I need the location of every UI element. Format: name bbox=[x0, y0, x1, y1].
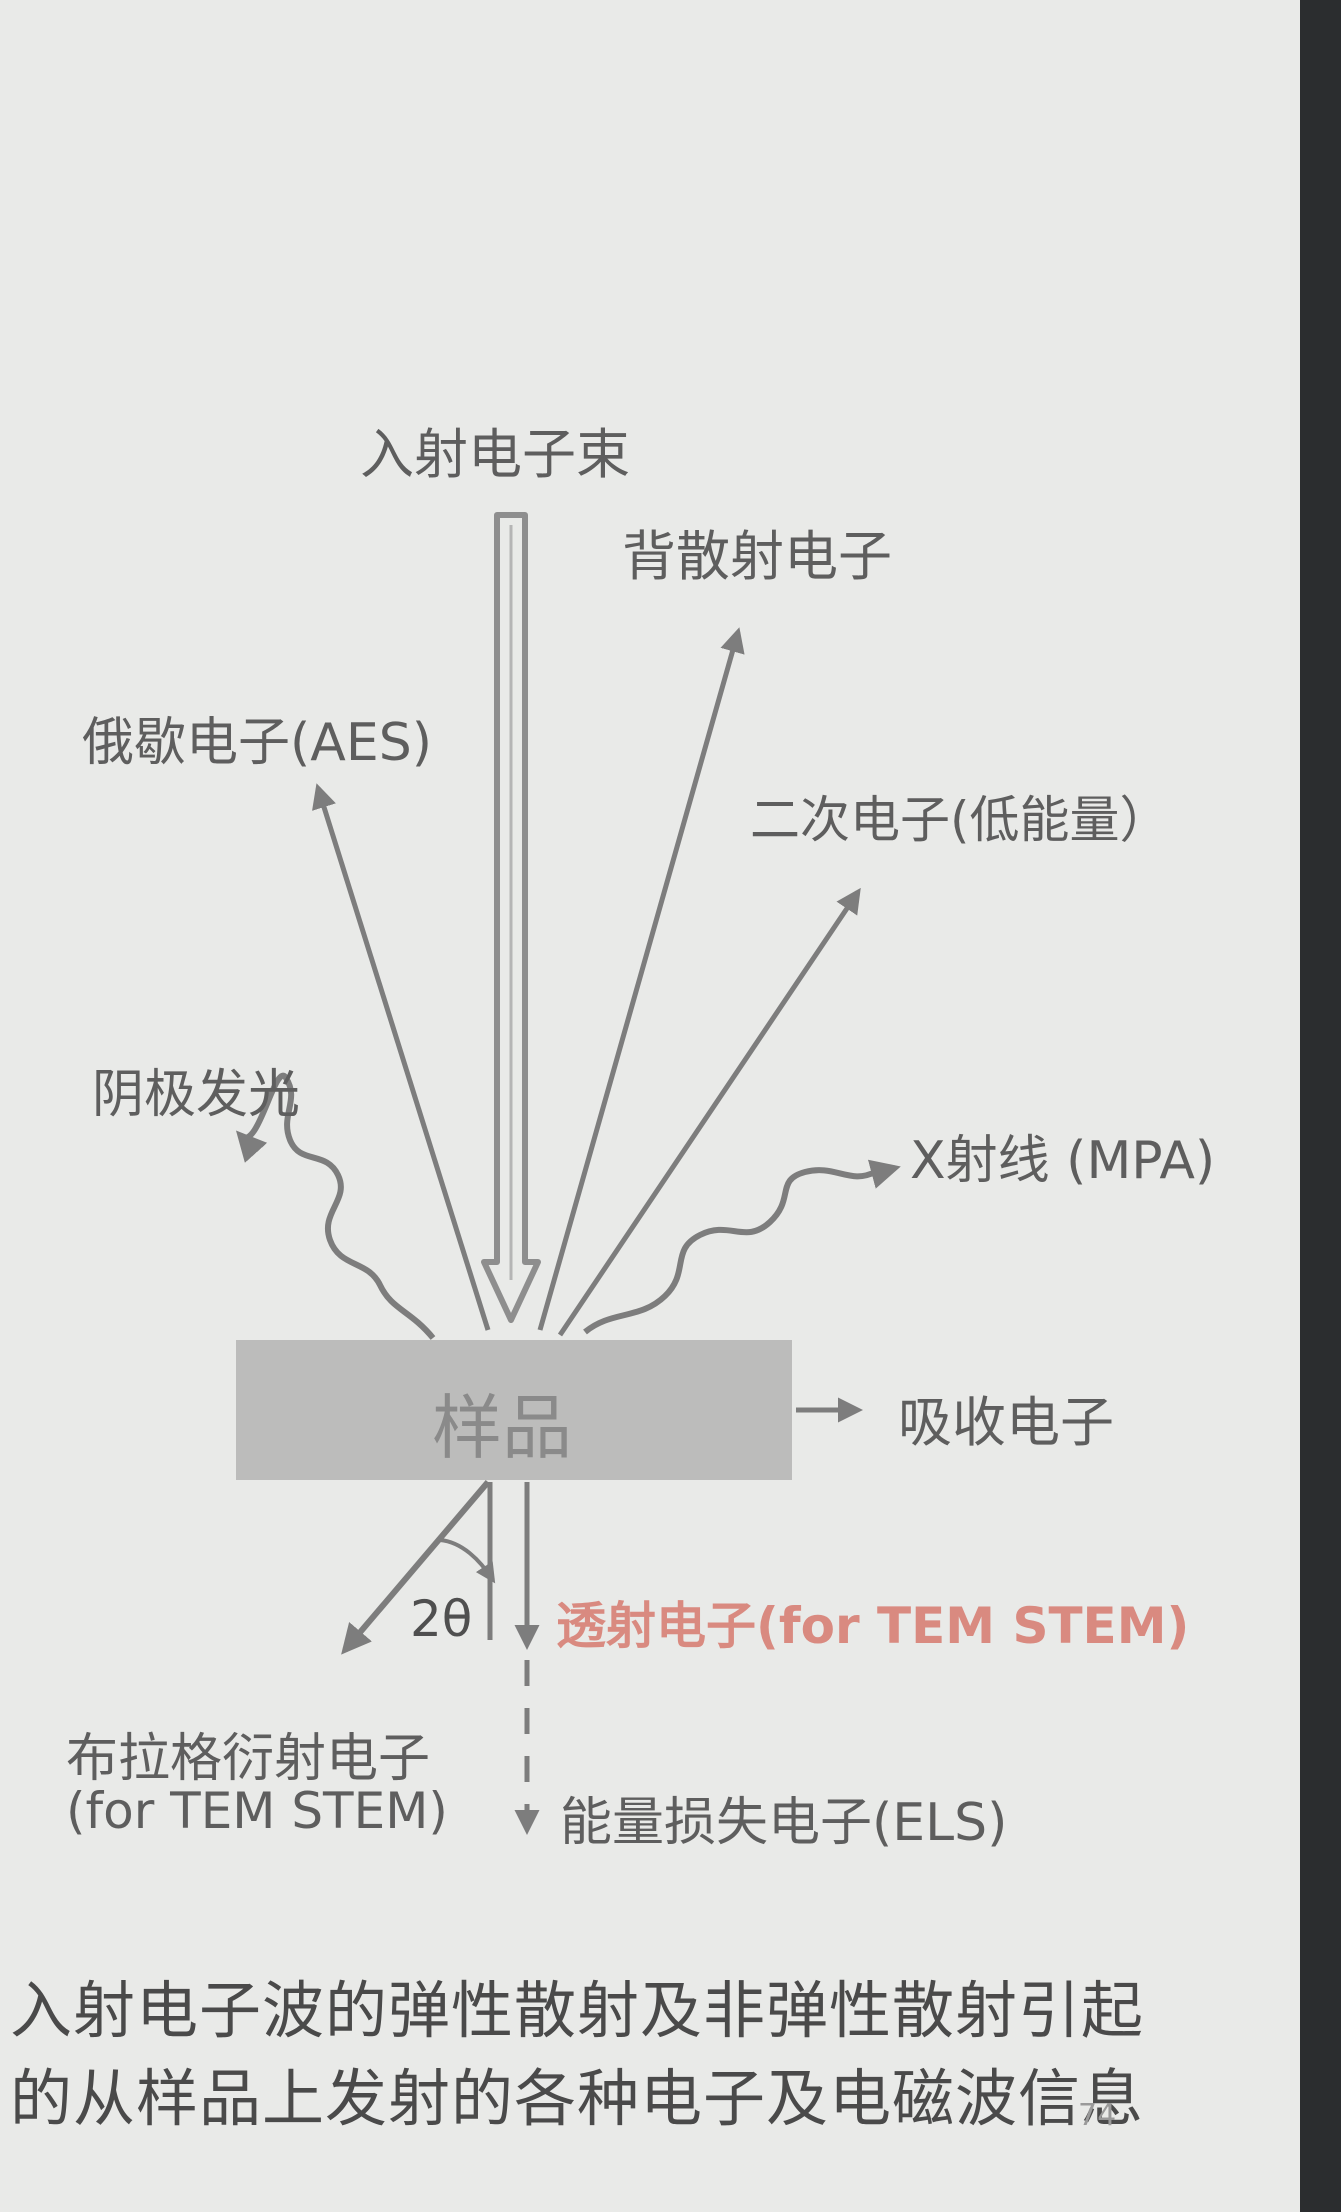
electron-signal-diagram: 入射电子束 背散射电子 俄歇电子(AES) 二次电子(低能量） 阴极发光 X射线… bbox=[0, 0, 1341, 2212]
backscattered-label: 背散射电子 bbox=[622, 525, 892, 588]
backscattered-arrow bbox=[537, 627, 745, 1331]
bragg-label-line1: 布拉格衍射电子 bbox=[66, 1729, 431, 1789]
incident-beam-label: 入射电子束 bbox=[360, 423, 630, 486]
bragg-label-line2: (for TEM STEM) bbox=[66, 1782, 448, 1840]
xray-wave bbox=[583, 1159, 901, 1335]
absorbed-label: 吸收电子 bbox=[898, 1391, 1114, 1454]
angle-arc bbox=[439, 1538, 496, 1584]
incident-beam-arrow bbox=[481, 512, 541, 1323]
auger-arrow bbox=[312, 783, 491, 1331]
secondary-label: 二次电子(低能量） bbox=[750, 791, 1170, 849]
angle-label: 2θ bbox=[410, 1590, 473, 1648]
caption-line-1: 入射电子波的弹性散射及非弹性散射引起 bbox=[10, 1974, 1145, 2047]
auger-label: 俄歇电子(AES) bbox=[82, 713, 433, 773]
screen-edge bbox=[1300, 0, 1341, 2212]
xray-label: X射线 (MPA) bbox=[910, 1131, 1216, 1191]
energy-loss-label: 能量损失电子(ELS) bbox=[560, 1793, 1008, 1853]
sample-label: 样品 bbox=[432, 1387, 572, 1469]
page-number: 74 bbox=[1078, 2098, 1117, 2133]
cathodoluminescence-label: 阴极发光 bbox=[92, 1065, 301, 1125]
transmitted-label: 透射电子(for TEM STEM) bbox=[556, 1597, 1190, 1655]
secondary-arrow bbox=[557, 887, 861, 1337]
